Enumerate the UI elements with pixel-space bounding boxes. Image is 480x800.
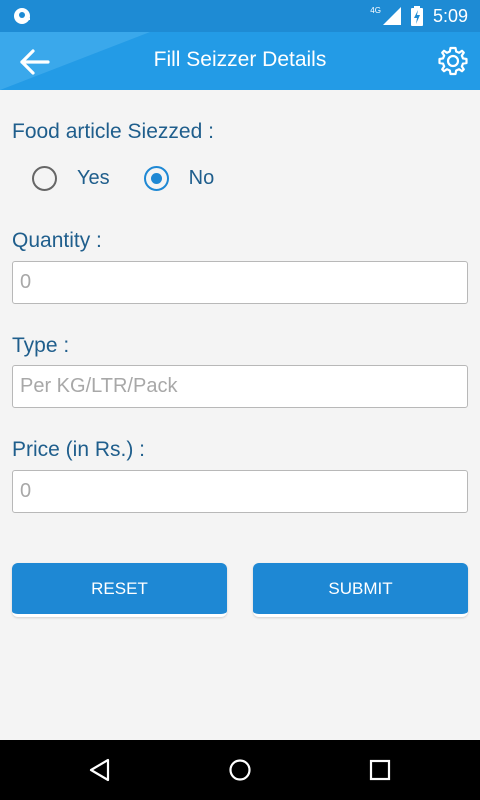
type-input[interactable] <box>13 366 467 407</box>
radio-yes-label[interactable]: Yes <box>77 167 110 190</box>
price-field[interactable] <box>12 470 468 513</box>
radio-no-circle[interactable] <box>143 166 169 191</box>
network-type: 4G <box>370 5 381 15</box>
food-article-label: Food article Siezzed : <box>12 120 214 143</box>
notification-icon <box>14 8 30 24</box>
recents-square-icon[interactable] <box>368 758 392 782</box>
gear-icon[interactable] <box>436 44 470 78</box>
battery-icon <box>410 6 423 26</box>
reset-button[interactable]: RESET <box>12 563 227 617</box>
radio-no-label[interactable]: No <box>189 167 215 190</box>
page-title: Fill Seizzer Details <box>153 48 327 71</box>
back-triangle-icon[interactable] <box>88 758 112 782</box>
seized-radio-group: Yes No <box>32 166 214 191</box>
form-content: Food article Siezzed : Yes No Quantity :… <box>0 90 480 740</box>
quantity-field[interactable] <box>12 261 468 304</box>
app-bar: Fill Seizzer Details <box>0 32 480 90</box>
radio-yes[interactable]: Yes <box>32 166 110 191</box>
price-input[interactable] <box>13 471 467 512</box>
submit-button[interactable]: SUBMIT <box>253 563 468 617</box>
quantity-input[interactable] <box>13 262 467 303</box>
type-field[interactable] <box>12 365 468 408</box>
radio-no[interactable]: No <box>143 166 215 191</box>
type-label: Type : <box>12 334 70 357</box>
radio-yes-circle[interactable] <box>32 166 57 191</box>
status-bar: 4G 5:09 <box>0 0 480 32</box>
signal-icon <box>382 7 401 25</box>
price-label: Price (in Rs.) : <box>12 438 146 461</box>
navigation-bar <box>0 740 480 800</box>
home-circle-icon[interactable] <box>228 758 252 782</box>
status-time: 5:09 <box>432 5 468 26</box>
quantity-label: Quantity : <box>12 229 102 252</box>
status-icons: 4G 5:09 <box>370 0 468 32</box>
